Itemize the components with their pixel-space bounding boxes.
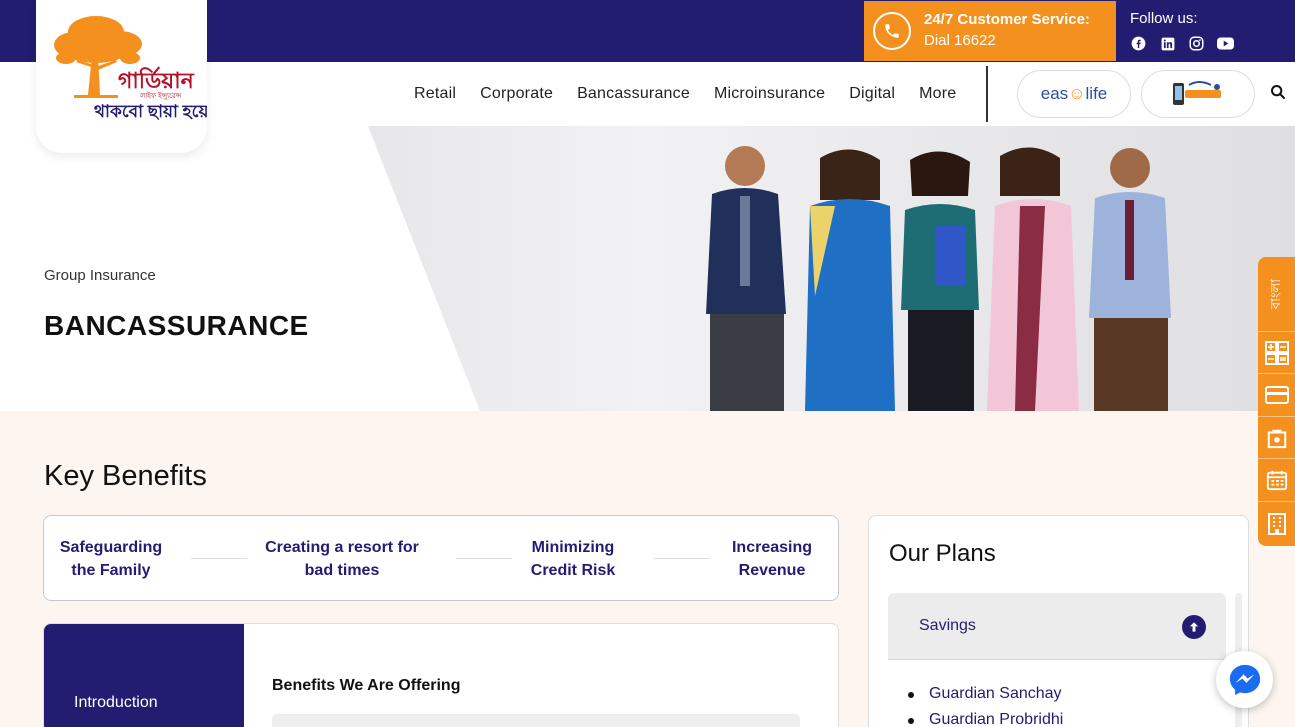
calendar-icon[interactable] xyxy=(1258,459,1295,502)
offer-accordion[interactable] xyxy=(272,714,800,727)
messenger-icon xyxy=(1229,664,1260,695)
language-toggle[interactable]: বাংলা xyxy=(1258,257,1295,332)
calculator-icon[interactable] xyxy=(1258,332,1295,374)
intro-tab[interactable]: Introduction xyxy=(44,624,244,727)
our-plans-panel: Our Plans Savings Guardian Sanchay Guard… xyxy=(868,515,1249,727)
linkedin-icon[interactable] xyxy=(1159,35,1176,52)
logo-sub: লাইফ ইন্স্যুরেন্স xyxy=(139,92,182,100)
logo-tagline: থাকবো ছায়া হয়ে xyxy=(94,102,207,121)
tree-logo-icon: গার্ডিয়ান লাইফ ইন্স্যুরেন্স থাকবো ছায়া… xyxy=(54,16,209,121)
customer-service-box[interactable]: 24/7 Customer Service: Dial 16622 xyxy=(864,1,1116,61)
plans-list: Guardian Sanchay Guardian Probridhi xyxy=(906,681,1063,727)
messenger-chat-button[interactable] xyxy=(1216,651,1273,708)
benefit-line: bad times xyxy=(304,562,380,579)
intro-tab-label: Introduction xyxy=(74,694,158,711)
plan-link[interactable]: Guardian Sanchay xyxy=(906,681,1063,707)
follow-us: Follow us: xyxy=(1130,9,1234,52)
benefit-line: Credit Risk xyxy=(530,562,616,579)
customer-service-dial[interactable]: Dial 16622 xyxy=(924,30,1090,52)
benefit-item-resort: Creating a resort for bad times xyxy=(256,536,428,582)
divider xyxy=(456,558,512,559)
nav-item-microinsurance[interactable]: Microinsurance xyxy=(714,85,825,103)
plans-title: Our Plans xyxy=(889,540,996,567)
customer-service-title: 24/7 Customer Service: xyxy=(924,11,1090,28)
benefit-line: Safeguarding xyxy=(59,539,163,556)
phone-icon xyxy=(873,12,911,50)
benefit-line: Minimizing xyxy=(531,539,615,556)
nav-item-digital[interactable]: Digital xyxy=(849,85,895,103)
nav-item-retail[interactable]: Retail xyxy=(414,85,456,103)
arrow-up-icon[interactable] xyxy=(1182,615,1206,639)
youtube-icon[interactable] xyxy=(1217,35,1234,52)
key-benefits-title: Key Benefits xyxy=(44,460,207,492)
smile-icon: ☺ xyxy=(1068,84,1086,103)
divider xyxy=(654,558,710,559)
savings-accordion[interactable]: Savings xyxy=(888,593,1226,660)
key-benefits-box: Safeguarding the Family Creating a resor… xyxy=(43,515,839,601)
hero-people-image xyxy=(706,146,1171,411)
hero-banner: Group Insurance BANCASSURANCE xyxy=(0,126,1295,411)
card-icon[interactable] xyxy=(1258,374,1295,417)
benefit-line: Creating a resort for xyxy=(265,539,419,556)
page-title: BANCASSURANCE xyxy=(44,310,309,341)
search-icon[interactable] xyxy=(1270,84,1286,105)
easylife-label-a: eas xyxy=(1040,84,1069,103)
follow-us-label: Follow us: xyxy=(1130,10,1198,27)
plan-link[interactable]: Guardian Probridhi xyxy=(906,707,1063,727)
easylife-label-b: life xyxy=(1085,84,1108,103)
building-icon[interactable] xyxy=(1258,502,1295,546)
logo-name: গার্ডিয়ান xyxy=(118,66,195,93)
instagram-icon[interactable] xyxy=(1188,35,1205,52)
benefit-item-revenue: Increasing Revenue xyxy=(724,536,820,582)
language-label: বাংলা xyxy=(1268,278,1283,310)
app-button[interactable] xyxy=(1141,70,1255,118)
benefit-line: the Family xyxy=(71,562,151,579)
benefit-item-credit-risk: Minimizing Credit Risk xyxy=(522,536,624,582)
benefit-line: Revenue xyxy=(738,562,806,579)
easylife-button[interactable]: eas☺life xyxy=(1017,70,1131,118)
savings-label: Savings xyxy=(919,617,976,634)
divider xyxy=(191,558,247,559)
logo[interactable]: গার্ডিয়ান লাইফ ইন্স্যুরেন্স থাকবো ছায়া… xyxy=(36,0,209,153)
mobile-app-icon xyxy=(1173,81,1221,105)
bag-icon[interactable] xyxy=(1258,417,1295,459)
nav-item-more[interactable]: More xyxy=(919,85,956,103)
introduction-panel: Introduction Benefits We Are Offering xyxy=(43,623,839,727)
nav-item-bancassurance[interactable]: Bancassurance xyxy=(577,85,690,103)
nav-item-corporate[interactable]: Corporate xyxy=(480,85,553,103)
sticky-quick-links: বাংলা xyxy=(1258,257,1295,546)
nav-divider xyxy=(986,66,988,122)
benefit-item-safeguarding: Safeguarding the Family xyxy=(54,536,168,582)
benefit-line: Increasing xyxy=(731,539,813,556)
hero-subtitle: Group Insurance xyxy=(44,267,156,284)
offer-title: Benefits We Are Offering xyxy=(272,677,461,694)
facebook-icon[interactable] xyxy=(1130,35,1147,52)
